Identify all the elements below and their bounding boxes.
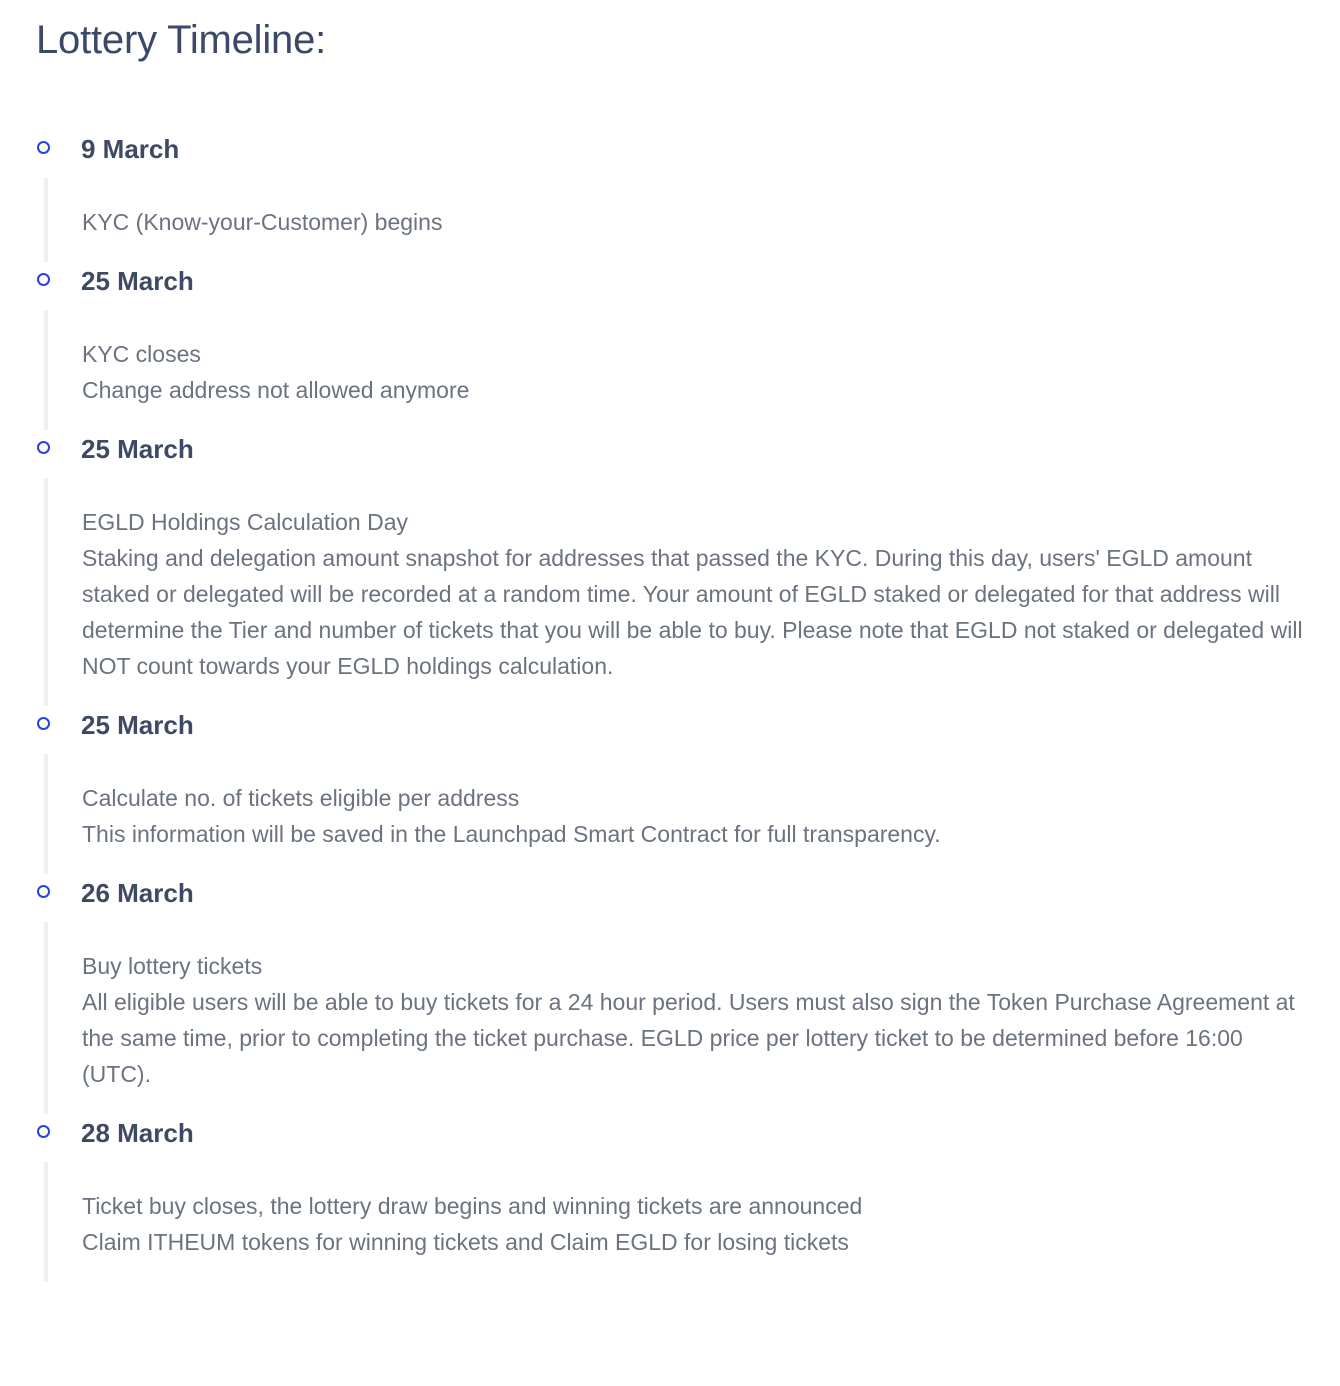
timeline-event: 26 March Buy lottery tickets All eligibl… bbox=[36, 874, 1316, 1114]
circle-marker-icon bbox=[37, 141, 50, 154]
event-line: Buy lottery tickets bbox=[82, 953, 263, 979]
event-line: Calculate no. of tickets eligible per ad… bbox=[82, 785, 520, 811]
event-line: All eligible users will be able to buy t… bbox=[82, 989, 1295, 1087]
timeline-event-header: 25 March bbox=[36, 706, 1316, 744]
event-date: 26 March bbox=[81, 878, 194, 908]
timeline-event: 9 March KYC (Know-your-Customer) begins bbox=[36, 130, 1316, 262]
event-line: KYC (Know-your-Customer) begins bbox=[82, 209, 443, 235]
timeline-event-header: 25 March bbox=[36, 430, 1316, 468]
event-description: EGLD Holdings Calculation Day Staking an… bbox=[44, 478, 1316, 706]
event-description: Calculate no. of tickets eligible per ad… bbox=[44, 754, 1316, 874]
circle-marker-icon bbox=[37, 717, 50, 730]
event-date: 25 March bbox=[81, 266, 194, 296]
circle-marker-icon bbox=[37, 885, 50, 898]
event-date: 25 March bbox=[81, 710, 194, 740]
circle-marker-icon bbox=[37, 441, 50, 454]
timeline-event: 28 March Ticket buy closes, the lottery … bbox=[36, 1114, 1316, 1282]
event-description: Buy lottery tickets All eligible users w… bbox=[44, 922, 1316, 1114]
timeline-event: 25 March Calculate no. of tickets eligib… bbox=[36, 706, 1316, 874]
timeline-event-header: 28 March bbox=[36, 1114, 1316, 1152]
page-title: Lottery Timeline: bbox=[36, 18, 327, 62]
timeline: 9 March KYC (Know-your-Customer) begins … bbox=[36, 130, 1316, 1282]
timeline-event-header: 9 March bbox=[36, 130, 1316, 168]
event-line: Staking and delegation amount snapshot f… bbox=[82, 545, 1303, 679]
event-date: 9 March bbox=[81, 134, 180, 164]
circle-marker-icon bbox=[37, 1125, 50, 1138]
event-date: 28 March bbox=[81, 1118, 194, 1148]
event-description: Ticket buy closes, the lottery draw begi… bbox=[44, 1162, 1316, 1282]
event-description: KYC (Know-your-Customer) begins bbox=[44, 178, 1316, 262]
event-line: This information will be saved in the La… bbox=[82, 821, 941, 847]
timeline-event-header: 25 March bbox=[36, 262, 1316, 300]
event-line: Change address not allowed anymore bbox=[82, 377, 470, 403]
event-line: Claim ITHEUM tokens for winning tickets … bbox=[82, 1229, 849, 1255]
event-line: Ticket buy closes, the lottery draw begi… bbox=[82, 1193, 863, 1219]
circle-marker-icon bbox=[37, 273, 50, 286]
timeline-event: 25 March EGLD Holdings Calculation Day S… bbox=[36, 430, 1316, 706]
timeline-event-header: 26 March bbox=[36, 874, 1316, 912]
event-line: EGLD Holdings Calculation Day bbox=[82, 509, 408, 535]
event-description: KYC closes Change address not allowed an… bbox=[44, 310, 1316, 430]
event-line: KYC closes bbox=[82, 341, 201, 367]
event-date: 25 March bbox=[81, 434, 194, 464]
timeline-event: 25 March KYC closes Change address not a… bbox=[36, 262, 1316, 430]
